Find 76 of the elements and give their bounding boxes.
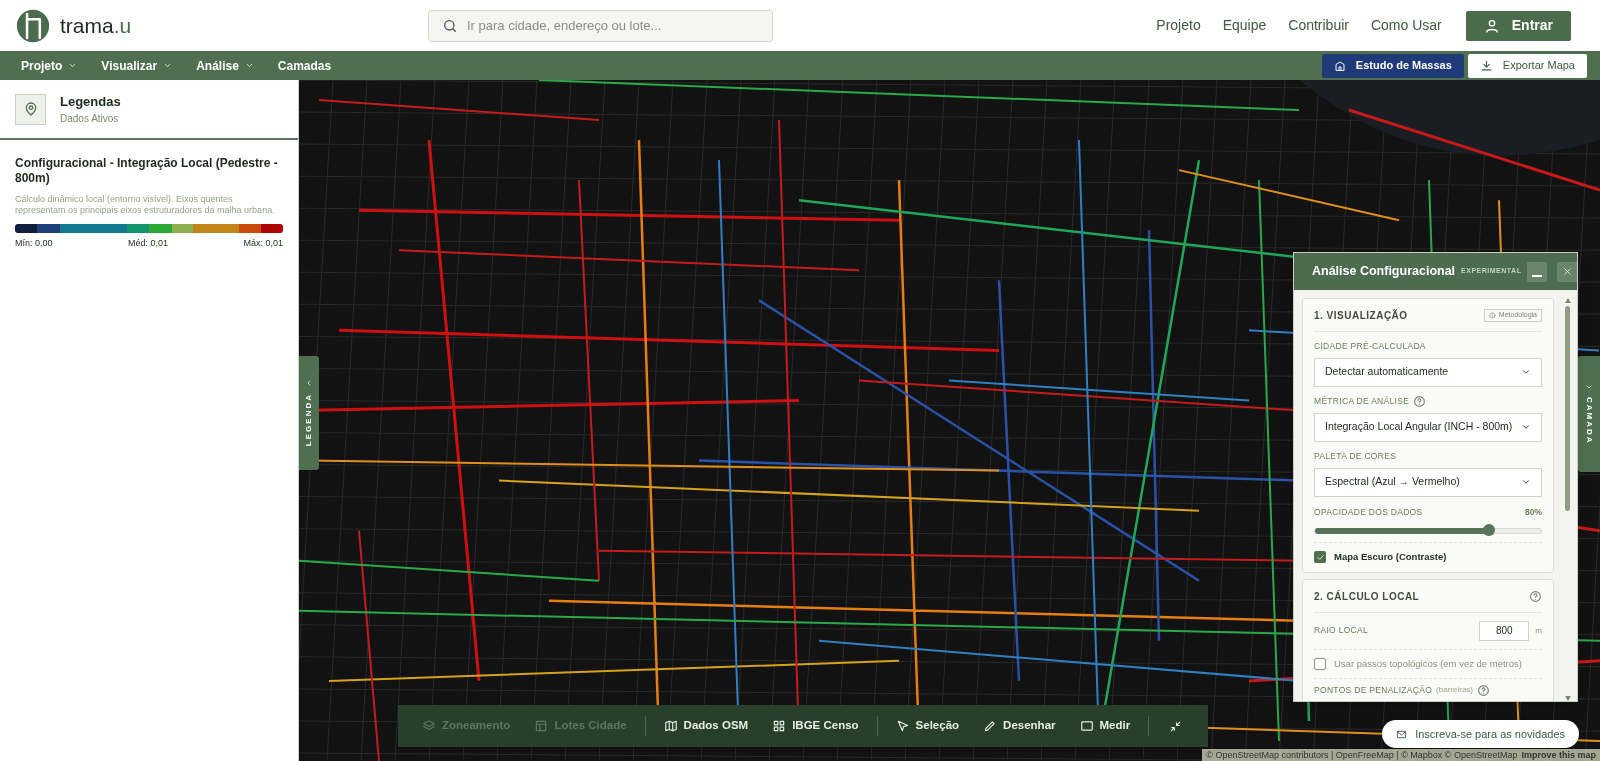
rectangle-icon — [1079, 719, 1094, 733]
field-note: (barreiras) — [1436, 684, 1473, 697]
scale-label: Máx: 0,01 — [243, 237, 283, 250]
logo-text: trama.u — [60, 12, 132, 39]
attribution-text: © OpenStreetMap contributors | OpenFreeMap | © Mapbox © OpenStreetMap — [1206, 750, 1518, 760]
field-label: PALETA DE CORES — [1314, 449, 1397, 463]
search-icon — [442, 17, 458, 34]
number-field[interactable]: 800 — [1479, 620, 1530, 641]
select-field[interactable]: Integração Local Angular (INCH - 800m) — [1314, 412, 1542, 442]
table-icon — [534, 719, 549, 733]
house-icon — [1333, 59, 1346, 72]
cursor-icon — [895, 719, 910, 733]
layer-title: Configuracional - Integração Local (Pedestre - 800m) — [15, 156, 279, 186]
toolbar-button[interactable]: IBGE Censo — [766, 717, 865, 735]
menu-item[interactable]: Projeto — [21, 56, 78, 75]
checkbox[interactable] — [1314, 657, 1326, 670]
minimize-button[interactable] — [1527, 261, 1548, 282]
slider-thumb[interactable] — [1483, 524, 1495, 537]
action-button[interactable]: Exportar Mapa — [1467, 53, 1587, 78]
login-button[interactable]: Entrar — [1465, 10, 1571, 41]
legend-tab[interactable]: LEGENDA — [299, 356, 319, 470]
slider-reading: 80% — [1525, 505, 1542, 519]
field-label: MÉTRICA DE ANÁLISE — [1314, 394, 1410, 408]
close-button[interactable] — [1557, 261, 1577, 282]
check-icon — [1315, 552, 1325, 562]
scroll-up-icon — [1564, 298, 1571, 303]
menu-item[interactable]: Análise — [196, 56, 254, 75]
download-icon — [1479, 59, 1493, 72]
search-field[interactable]: Ir para cidade, endereço ou lote... — [428, 9, 773, 42]
unit-label: m — [1535, 624, 1542, 637]
checkbox-label: Usar passos topológicos (em vez de metros) — [1334, 656, 1522, 671]
chevron-left-icon — [305, 379, 313, 388]
map-icon — [663, 719, 678, 733]
menu-item[interactable]: Camadas — [277, 56, 332, 75]
nav-link[interactable]: Equipe — [1222, 15, 1267, 36]
toolbar-button[interactable]: Medir — [1073, 717, 1137, 735]
improve-map-link[interactable]: Improve this map — [1521, 750, 1596, 760]
field-label: OPACIDADE DOS DADOS — [1314, 505, 1423, 519]
minimize-icon — [1532, 274, 1543, 277]
layer-tab[interactable]: CAMADA — [1578, 356, 1600, 472]
info-icon — [1488, 312, 1496, 319]
subscribe-button[interactable]: Inscreva-se para as novidades — [1382, 720, 1579, 748]
pen-icon — [983, 719, 998, 733]
scrollbar[interactable] — [1564, 298, 1571, 701]
field-label: PONTOS DE PENALIZAÇÃO — [1314, 683, 1433, 697]
toolbar-button[interactable]: Seleção — [889, 717, 966, 735]
menu-item[interactable]: Visualizar — [101, 56, 173, 75]
toolbar-button[interactable]: Desenhar — [977, 717, 1062, 735]
checkbox[interactable] — [1314, 551, 1326, 564]
select-field[interactable]: Espectral (Azul → Vermelho) — [1314, 467, 1542, 497]
panel-title: Legendas — [60, 92, 121, 111]
field-label: CIDADE PRÉ-CALCULADA — [1314, 340, 1426, 353]
chevron-down-icon — [1521, 477, 1531, 487]
nav-link[interactable]: Como Usar — [1370, 15, 1442, 36]
collapse-icon — [1169, 719, 1183, 733]
nav-link[interactable]: Contribuir — [1288, 15, 1349, 36]
checkbox-label: Mapa Escuro (Contraste) — [1334, 550, 1447, 565]
section-title: 2. CÁLCULO LOCAL — [1314, 589, 1420, 604]
action-button[interactable]: Estudo de Massas — [1321, 53, 1464, 78]
panel-subtitle: Dados Ativos — [60, 112, 120, 127]
scale-label: Mín: 0,00 — [15, 237, 53, 250]
user-icon — [1483, 17, 1500, 34]
layers-icon — [422, 719, 436, 733]
nav-link[interactable]: Projeto — [1156, 15, 1201, 36]
scale-label: Méd: 0,01 — [128, 237, 168, 250]
mail-icon — [1396, 728, 1408, 740]
close-icon — [1562, 267, 1572, 276]
select-field[interactable]: Detectar automaticamente — [1314, 357, 1542, 387]
panel-title: Análise Configuracional — [1312, 263, 1456, 281]
field-label: RAIO LOCAL — [1314, 624, 1369, 637]
toolbar-button[interactable]: Dados OSM — [657, 717, 755, 735]
logo-icon — [16, 8, 50, 43]
layer-description: Cálculo dinâmico local (entorno visível). Eixos quentes representam os principais eixos estruturadores da malha urbana. — [15, 194, 276, 216]
scroll-down-icon — [1564, 696, 1571, 701]
grid-icon — [772, 719, 787, 733]
section-title: 1. VISUALIZAÇÃO — [1314, 308, 1408, 323]
